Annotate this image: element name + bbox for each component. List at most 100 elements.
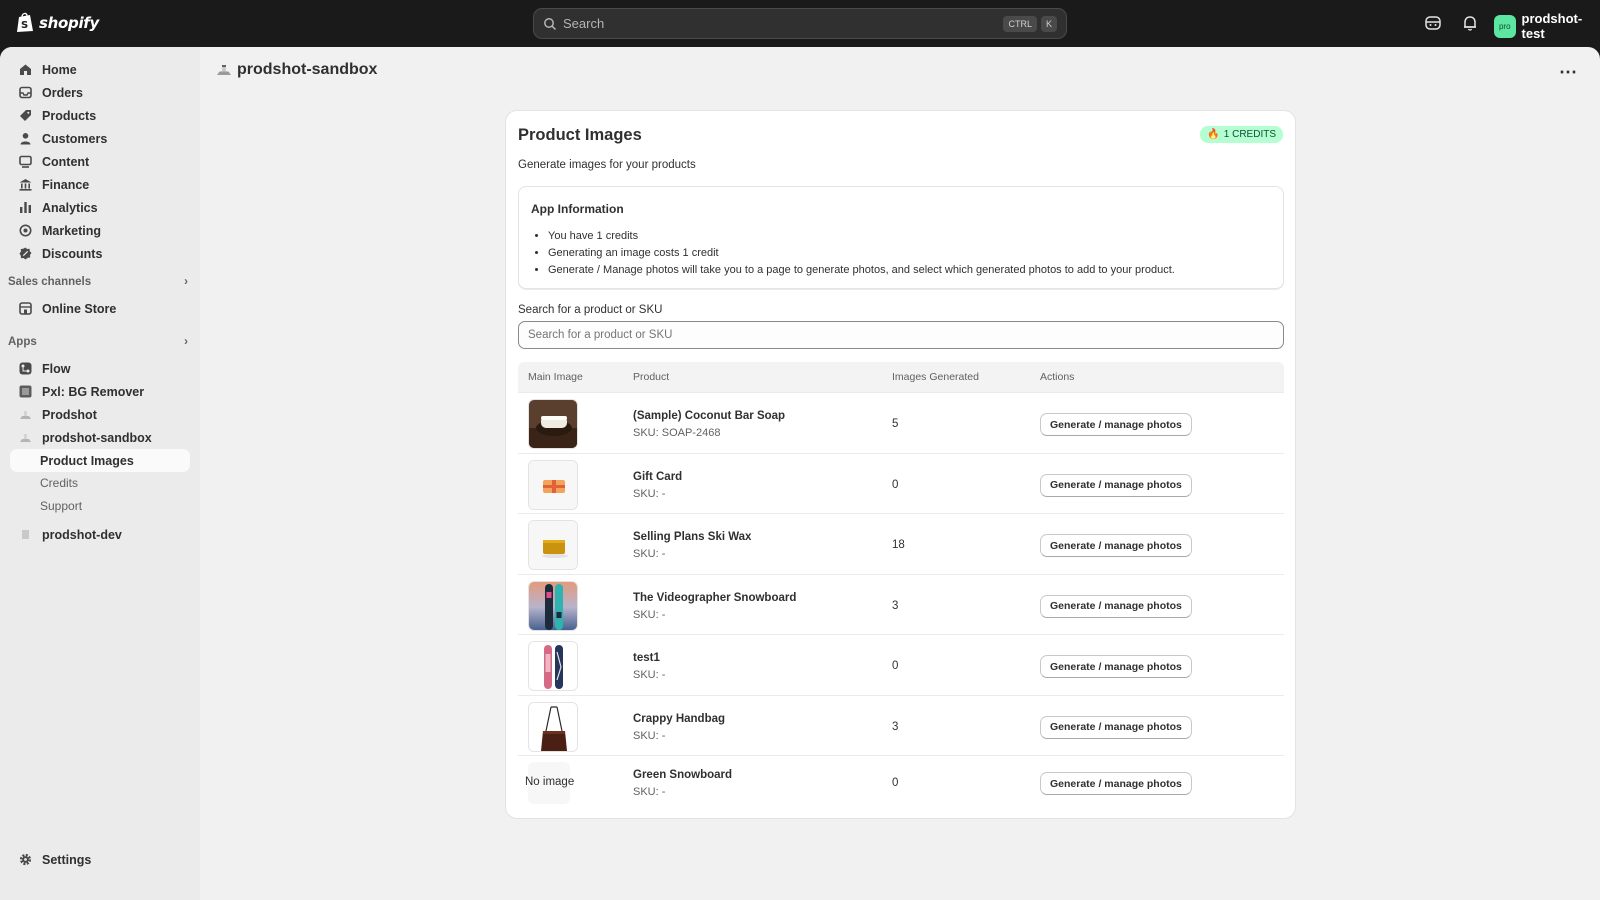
apps-label: Apps (8, 336, 37, 348)
sidebar-item-analytics[interactable]: Analytics (10, 196, 190, 219)
sidebar-item-home[interactable]: Home (10, 58, 190, 81)
generate-manage-photos-button[interactable]: Generate / manage photos (1040, 594, 1192, 618)
images-generated-count: 3 (892, 720, 899, 733)
sidebar-item-label: Settings (42, 852, 92, 867)
generate-manage-photos-button[interactable]: Generate / manage photos (1040, 715, 1192, 739)
credits-badge-label: 1 CREDITS (1223, 129, 1276, 140)
sidebar-item-prodshot-sandbox[interactable]: prodshot-sandbox (10, 426, 190, 449)
images-generated-count: 5 (892, 418, 899, 430)
prodshot-app-icon (18, 408, 32, 422)
info-item: You have 1 credits (548, 228, 1175, 245)
content-icon (18, 155, 32, 169)
sidebar-item-products[interactable]: Products (10, 104, 190, 127)
table-row: Selling Plans Ski Wax SKU: - 18 Generate… (518, 513, 1284, 574)
home-icon (18, 63, 32, 77)
store-name: prodshot-test (1521, 11, 1583, 41)
sidebar-item-finance[interactable]: Finance (10, 173, 190, 196)
table-row: The Videographer Snowboard SKU: - 3 Gene… (518, 573, 1284, 635)
table-header: Main Image Product Images Generated Acti… (518, 362, 1284, 392)
sidebar-item-marketing[interactable]: Marketing (10, 219, 190, 242)
no-image-text: No image (525, 776, 575, 788)
sidebar-item-settings[interactable]: Settings (10, 848, 190, 871)
sidebar-item-label: Discounts (42, 246, 103, 261)
chevron-right-icon: › (184, 276, 188, 288)
product-sku: SKU: - (633, 548, 666, 560)
bank-icon (18, 178, 32, 192)
generate-manage-photos-button[interactable]: Generate / manage photos (1040, 473, 1192, 497)
sidebar-item-orders[interactable]: Orders (10, 81, 190, 104)
generate-manage-photos-button[interactable]: Generate / manage photos (1040, 413, 1192, 436)
search-icon (544, 17, 557, 30)
generate-manage-photos-button[interactable]: Generate / manage photos (1040, 655, 1192, 678)
sidebar-item-label: Flow (42, 361, 71, 376)
column-header-product: Product (633, 371, 670, 383)
sidebar-item-support[interactable]: Support (40, 499, 82, 513)
product-thumbnail (528, 459, 578, 510)
sidebar-item-content[interactable]: Content (10, 150, 190, 173)
apps-header[interactable]: Apps › (8, 336, 188, 348)
images-generated-count: 0 (892, 660, 899, 672)
prodshot-app-icon (217, 65, 231, 75)
table-row: Gift Card SKU: - 0 Generate / manage pho… (518, 452, 1284, 514)
tag-icon (18, 109, 32, 123)
flow-app-icon (18, 362, 32, 376)
table-row: (Sample) Coconut Bar Soap SKU: SOAP-2468… (518, 392, 1284, 453)
sidebar-item-prodshot-dev[interactable]: prodshot-dev (10, 523, 190, 546)
sidebar-item-flow[interactable]: Flow (10, 357, 190, 380)
sidebar-item-prodshot[interactable]: Prodshot (10, 403, 190, 426)
table-row: No image Green Snowboard SKU: - 0 Genera… (518, 755, 1284, 807)
admin-shell: Home Orders Products Customers Content F… (0, 47, 1600, 900)
product-search-input[interactable] (518, 321, 1284, 349)
gear-icon (18, 853, 32, 867)
search-placeholder: Search (563, 16, 605, 31)
sidebar-item-credits[interactable]: Credits (40, 476, 78, 490)
shopify-wordmark: shopify (39, 13, 99, 32)
product-name[interactable]: Gift Card (633, 471, 682, 483)
sidebar-item-discounts[interactable]: Discounts (10, 242, 190, 265)
credits-badge: 🔥 1 CREDITS (1200, 126, 1283, 143)
product-sku: SKU: - (633, 669, 666, 681)
bg-remover-app-icon (18, 385, 32, 399)
page-title: prodshot-sandbox (216, 61, 377, 79)
product-name[interactable]: Crappy Handbag (633, 713, 725, 725)
product-name[interactable]: The Videographer Snowboard (633, 592, 796, 604)
images-generated-count: 3 (892, 599, 899, 612)
shopify-logo[interactable]: S shopify (16, 12, 99, 33)
user-menu[interactable]: pro prodshot-test (1494, 11, 1600, 41)
product-name[interactable]: Selling Plans Ski Wax (633, 531, 751, 543)
orders-icon (18, 86, 32, 100)
product-name[interactable]: Green Snowboard (633, 769, 732, 781)
sales-channels-header[interactable]: Sales channels › (8, 276, 188, 288)
sidebar-item-online-store[interactable]: Online Store (10, 297, 190, 320)
sidebar-item-label: Finance (42, 177, 90, 192)
sidekick-icon[interactable] (1424, 14, 1442, 32)
product-images-card: Product Images 🔥 1 CREDITS Generate imag… (505, 110, 1296, 819)
sidebar-item-label: Online Store (42, 301, 117, 316)
product-name[interactable]: (Sample) Coconut Bar Soap (633, 410, 785, 422)
sidebar-item-label: Marketing (42, 223, 102, 238)
more-actions-icon[interactable]: ⋯ (1559, 62, 1578, 83)
product-name[interactable]: test1 (633, 652, 660, 664)
info-item: Generating an image costs 1 credit (548, 245, 1175, 262)
sidebar-item-product-images[interactable]: Product Images (10, 449, 190, 472)
chevron-right-icon: › (184, 336, 188, 348)
person-icon (18, 132, 32, 146)
images-generated-count: 0 (892, 478, 899, 491)
generate-manage-photos-button[interactable]: Generate / manage photos (1040, 534, 1192, 557)
sidebar-item-label: Customers (42, 131, 108, 146)
avatar: pro (1494, 14, 1516, 38)
product-sku: SKU: - (633, 608, 666, 621)
table-row: test1 SKU: - 0 Generate / manage photos (518, 634, 1284, 695)
app-information-box: App Information You have 1 credits Gener… (518, 186, 1284, 289)
shopify-bag-icon: S (17, 12, 33, 32)
generate-manage-photos-button[interactable]: Generate / manage photos (1040, 772, 1192, 795)
bell-icon[interactable] (1461, 14, 1479, 32)
sidebar-item-customers[interactable]: Customers (10, 127, 190, 150)
sidebar-item-label: Content (42, 154, 90, 169)
column-header-main-image: Main Image (528, 371, 583, 383)
product-thumbnail (528, 399, 578, 449)
global-search-input[interactable]: Search CTRL K (533, 8, 1067, 39)
sidebar-item-bg-remover[interactable]: Pxl: BG Remover (10, 380, 190, 403)
info-item: Generate / Manage photos will take you t… (548, 262, 1175, 279)
product-thumbnail (528, 701, 578, 752)
